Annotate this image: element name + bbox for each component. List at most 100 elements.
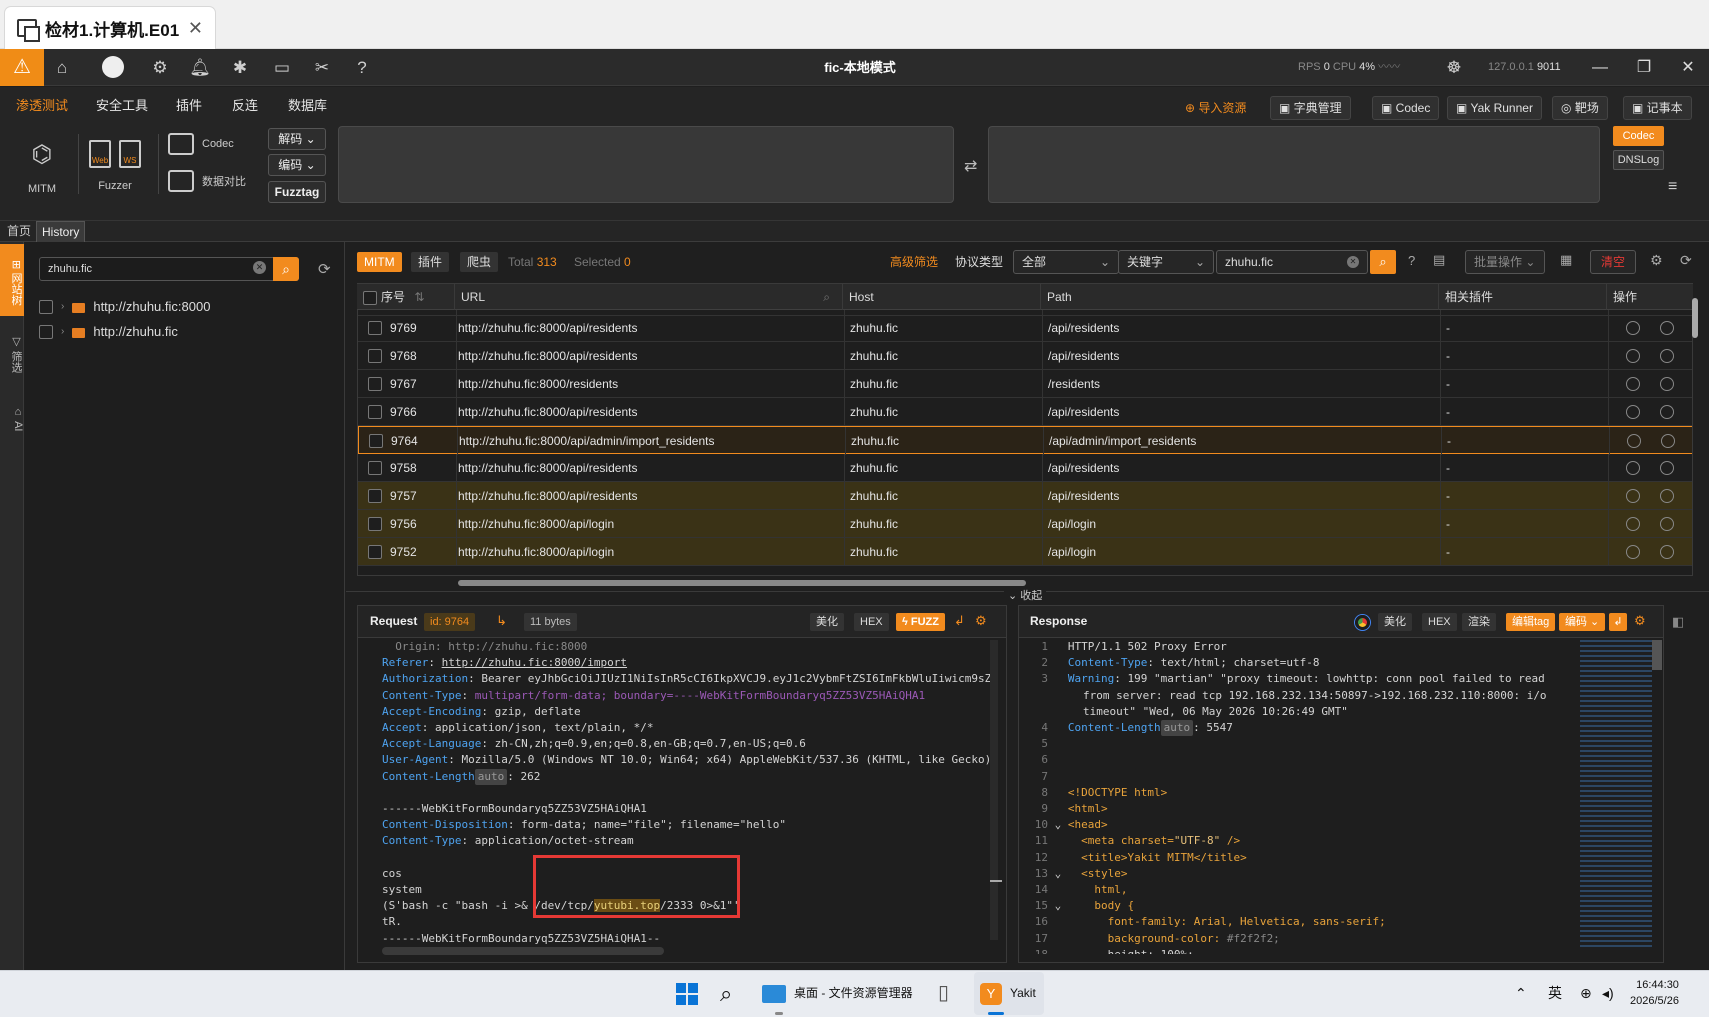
collapse-toolbar-icon[interactable]: ≡: [1668, 178, 1677, 196]
rail-ai[interactable]: ⌂ AI: [0, 406, 24, 431]
open-request-icon[interactable]: [1660, 321, 1674, 335]
row-checkbox[interactable]: [368, 517, 382, 531]
wrap-icon[interactable]: ↲: [1609, 613, 1627, 631]
horizontal-scrollbar[interactable]: [458, 580, 1026, 586]
menu-plugins[interactable]: 插件: [176, 87, 202, 125]
home-icon[interactable]: ⌂: [44, 49, 80, 86]
codec-input-area[interactable]: [338, 126, 954, 203]
response-scroll-thumb[interactable]: [1652, 640, 1662, 670]
keyword-search-button[interactable]: ⌕: [1370, 250, 1396, 274]
codec-side-button[interactable]: Codec: [1613, 126, 1664, 146]
request-settings-icon[interactable]: ⚙: [975, 613, 987, 629]
menu-database[interactable]: 数据库: [288, 87, 327, 125]
column-header-url[interactable]: URL ⌕: [455, 284, 843, 310]
view-details-icon[interactable]: [1626, 461, 1640, 475]
close-tab-icon[interactable]: ✕: [188, 18, 203, 39]
bug-icon[interactable]: ✱: [222, 49, 258, 86]
open-request-icon[interactable]: [1660, 545, 1674, 559]
tree-checkbox[interactable]: [39, 325, 53, 339]
advanced-filter-link[interactable]: 高级筛选: [890, 252, 938, 272]
windows-start-icon[interactable]: [676, 983, 698, 1005]
help-icon[interactable]: ?: [344, 49, 380, 86]
tab-history[interactable]: History: [36, 221, 86, 242]
menu-security-tools[interactable]: 安全工具: [96, 87, 148, 125]
open-request-icon[interactable]: [1660, 405, 1674, 419]
import-resources-button[interactable]: ⊕ 导入资源: [1185, 96, 1246, 120]
settings-gear-icon[interactable]: ⚙: [1650, 252, 1663, 269]
chevron-right-icon[interactable]: ›: [61, 296, 64, 318]
sort-icon[interactable]: ⇅: [414, 290, 424, 304]
table-row[interactable]: 9769 http://zhuhu.fic:8000/api/residents z…: [358, 314, 1692, 342]
column-header-path[interactable]: Path: [1041, 284, 1439, 310]
request-v-scrollbar[interactable]: [990, 640, 998, 940]
request-hex-button[interactable]: HEX: [854, 613, 889, 631]
minimize-button[interactable]: —: [1580, 49, 1620, 86]
bell-icon[interactable]: 🔔︎: [182, 49, 218, 86]
view-details-icon[interactable]: [1626, 489, 1640, 503]
table-row[interactable]: 9767 http://zhuhu.fic:8000/residents zhuhu…: [358, 370, 1692, 398]
chevron-right-icon[interactable]: ›: [61, 321, 64, 343]
table-settings-icon[interactable]: ▦: [1560, 252, 1572, 268]
open-request-icon[interactable]: [1660, 377, 1674, 391]
open-request-icon[interactable]: [1661, 434, 1675, 448]
refresh-icon[interactable]: ⟳: [1680, 252, 1692, 269]
open-request-icon[interactable]: [1660, 461, 1674, 475]
view-details-icon[interactable]: [1626, 349, 1640, 363]
engine-icon[interactable]: ☸: [1436, 49, 1472, 86]
volume-icon[interactable]: ◂): [1602, 970, 1614, 1017]
keyword-search-input[interactable]: zhuhu.fic ✕: [1216, 250, 1368, 274]
response-minimap[interactable]: [1580, 640, 1652, 950]
table-row[interactable]: 9752 http://zhuhu.fic:8000/api/login zhuhu…: [358, 538, 1692, 566]
codec-output-area[interactable]: [988, 126, 1600, 203]
tree-item[interactable]: › http://zhuhu.fic:8000: [39, 296, 210, 318]
chrome-icon[interactable]: [1355, 615, 1370, 630]
range-button[interactable]: ◎ 靶场: [1552, 96, 1608, 120]
forward-icon[interactable]: ↳: [496, 613, 507, 629]
user-avatar-icon[interactable]: [95, 49, 131, 86]
view-details-icon[interactable]: [1626, 377, 1640, 391]
data-compare-tool[interactable]: 数据对比: [168, 170, 246, 192]
taskbar-yakit[interactable]: Y Yakit: [980, 970, 1036, 1017]
taskbar-explorer[interactable]: 桌面 - 文件资源管理器: [762, 970, 913, 1017]
refresh-icon[interactable]: ⟳: [318, 260, 331, 278]
request-h-scrollbar[interactable]: [382, 947, 664, 955]
view-details-icon[interactable]: [1626, 405, 1640, 419]
send-icon[interactable]: ↲: [954, 613, 965, 629]
clear-search-icon[interactable]: ✕: [253, 261, 266, 274]
rail-site-tree[interactable]: ⊞ 网站树: [0, 244, 24, 316]
search-icon[interactable]: ⌕: [823, 284, 830, 310]
row-checkbox[interactable]: [368, 321, 382, 335]
edit-tag-button[interactable]: 编辑tag: [1506, 613, 1556, 631]
render-button[interactable]: 渲染: [1462, 613, 1496, 631]
notebook-button[interactable]: ▣ 记事本: [1623, 96, 1692, 120]
row-checkbox[interactable]: [368, 545, 382, 559]
row-checkbox[interactable]: [368, 377, 382, 391]
table-row[interactable]: 9758 http://zhuhu.fic:8000/api/residents z…: [358, 454, 1692, 482]
row-checkbox[interactable]: [368, 489, 382, 503]
side-panel-icon[interactable]: ◧: [1672, 614, 1684, 630]
decode-dropdown[interactable]: 解码 ⌄: [268, 128, 326, 150]
row-checkbox[interactable]: [368, 349, 382, 363]
encode-dropdown-button[interactable]: 编码 ⌄: [1559, 613, 1606, 631]
table-row[interactable]: 9766 http://zhuhu.fic:8000/api/residents z…: [358, 398, 1692, 426]
encode-dropdown[interactable]: 编码 ⌄: [268, 154, 326, 176]
tab-plugins[interactable]: 插件: [411, 252, 450, 272]
tab-home[interactable]: 首页: [2, 221, 36, 242]
rail-filter[interactable]: ▽ 筛选: [0, 335, 24, 373]
table-row[interactable]: 9768 http://zhuhu.fic:8000/api/residents z…: [358, 342, 1692, 370]
search-icon[interactable]: ⌕: [720, 970, 732, 1017]
open-request-icon[interactable]: [1660, 517, 1674, 531]
tab-crawler[interactable]: 爬虫: [460, 252, 499, 272]
column-header-host[interactable]: Host: [843, 284, 1041, 310]
file-icon[interactable]: ▯: [938, 970, 949, 1017]
chevron-up-icon[interactable]: ⌃: [1515, 970, 1527, 1017]
response-beautify-button[interactable]: 美化: [1378, 613, 1412, 631]
response-hex-button[interactable]: HEX: [1422, 613, 1457, 631]
table-row[interactable]: 9757 http://zhuhu.fic:8000/api/residents z…: [358, 482, 1692, 510]
network-icon[interactable]: ⊕: [1580, 970, 1592, 1017]
batch-operation-dropdown[interactable]: 批量操作 ⌄: [1465, 250, 1545, 274]
collapse-button[interactable]: ⌄ 收起: [1004, 588, 1047, 604]
table-row[interactable]: 9764 http://zhuhu.fic:8000/api/admin/impo…: [358, 426, 1692, 455]
dnslog-side-button[interactable]: DNSLog: [1613, 150, 1664, 170]
table-row[interactable]: 9756 http://zhuhu.fic:8000/api/login zhuhu…: [358, 510, 1692, 538]
